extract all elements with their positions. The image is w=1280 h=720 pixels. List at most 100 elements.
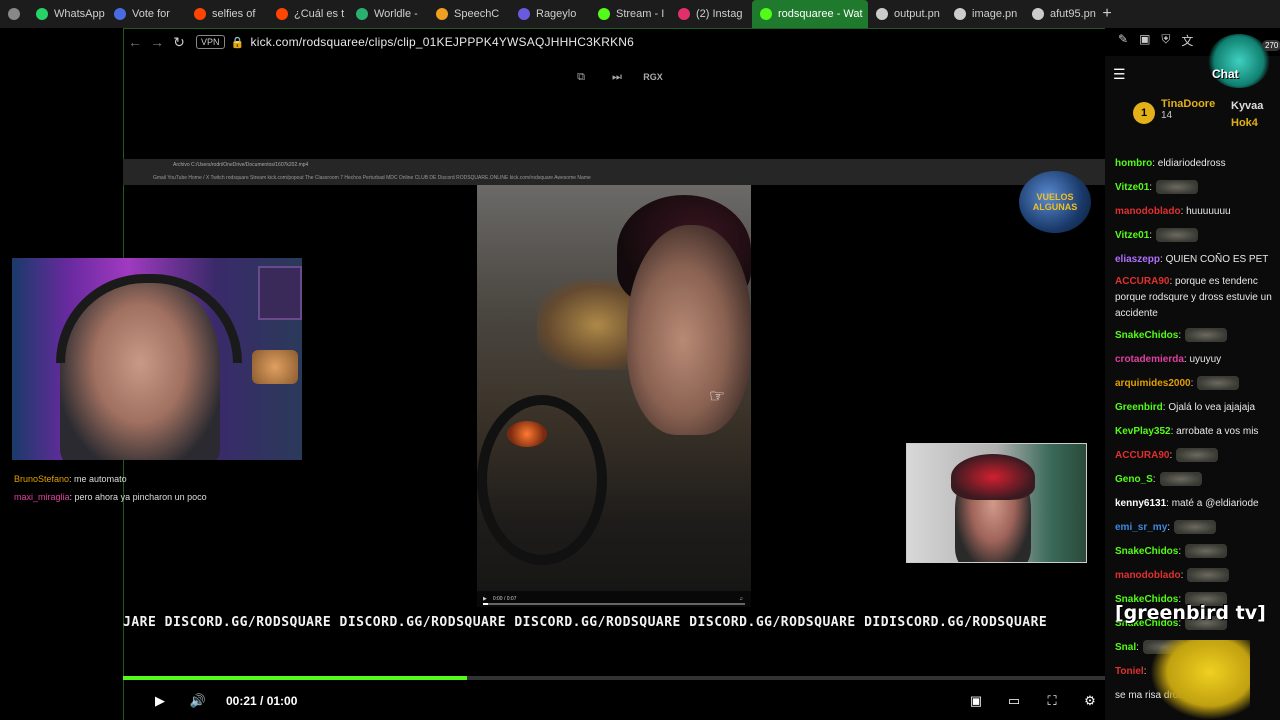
chat-message: SnakeChidos: bbox=[1115, 540, 1280, 564]
emote-icon bbox=[1185, 328, 1228, 343]
settings-icon[interactable]: ⚙ bbox=[1080, 691, 1100, 711]
tab-12[interactable]: image.pn bbox=[946, 0, 1024, 28]
chat-username[interactable]: Vitze01 bbox=[1115, 182, 1149, 193]
tab-7[interactable]: Rageylo bbox=[510, 0, 590, 28]
chat-text: : bbox=[1167, 522, 1171, 533]
rgx-button[interactable]: RGX bbox=[642, 67, 664, 87]
inner-browser-strip: Archivo C:/Users/rodri/OneDrive/Document… bbox=[123, 159, 1105, 185]
chat-username[interactable]: Greenbird bbox=[1115, 402, 1163, 413]
chat-username[interactable]: Snal bbox=[1115, 642, 1136, 653]
chat-message: eliaszepp: QUIEN COÑO ES PET bbox=[1115, 248, 1280, 272]
passenger-face bbox=[627, 225, 751, 435]
tab-6[interactable]: SpeechC bbox=[428, 0, 510, 28]
chat-message: hombro: eldiariodedross bbox=[1115, 152, 1280, 176]
kick-icon bbox=[760, 8, 772, 20]
chat-username[interactable]: SnakeChidos bbox=[1115, 330, 1178, 341]
whatsapp-icon bbox=[36, 8, 48, 20]
chat-username[interactable]: crotademierda bbox=[1115, 354, 1184, 365]
chat-username[interactable]: Vitze01 bbox=[1115, 230, 1149, 241]
popout-icon[interactable]: ⧉ bbox=[570, 67, 592, 87]
chat-text: : bbox=[1180, 570, 1184, 581]
side-gifter-1[interactable]: Kyvaa bbox=[1231, 98, 1263, 115]
top-gifter-count: 14 bbox=[1161, 110, 1173, 121]
chat-text: : bbox=[1136, 642, 1139, 653]
fullscreen-icon[interactable]: ⛶ bbox=[1042, 691, 1062, 711]
tab-label: afut95.pn bbox=[1050, 8, 1096, 20]
chat-username[interactable]: emi_sr_my bbox=[1115, 522, 1167, 533]
chat-username[interactable]: Toniel bbox=[1115, 666, 1144, 677]
pip-icon[interactable]: ▣ bbox=[966, 691, 986, 711]
chat-text: : huuuuuuu bbox=[1180, 206, 1231, 217]
globe-logo: VUELOS ALGUNAS bbox=[1019, 171, 1091, 233]
chat-message: manodoblado: bbox=[1115, 564, 1280, 588]
chat-username[interactable]: arquimides2000 bbox=[1115, 378, 1191, 389]
reload-icon[interactable]: ↻ bbox=[168, 34, 190, 51]
browser-tab-bar: WhatsApp Vote for selfies of ¿Cuál es t Worl… bbox=[0, 0, 1280, 28]
viewer-count: 270 bbox=[1262, 40, 1280, 51]
chat-username[interactable]: KevPlay352 bbox=[1115, 426, 1171, 437]
url-field[interactable]: kick.com/rodsquaree/clips/clip_01KEJPPPK… bbox=[251, 35, 635, 49]
tab-13[interactable]: afut95.pn bbox=[1024, 0, 1096, 28]
tab-11[interactable]: output.pn bbox=[868, 0, 946, 28]
back-icon[interactable]: ← bbox=[124, 34, 146, 50]
mascot-graphic bbox=[1150, 640, 1250, 720]
file-icon bbox=[954, 8, 966, 20]
tab-5[interactable]: Worldle - bbox=[348, 0, 428, 28]
file-icon bbox=[1032, 8, 1044, 20]
rageylo-icon bbox=[518, 8, 530, 20]
top-gifter-name[interactable]: TinaDoore bbox=[1161, 98, 1215, 110]
chat-message: manodoblado: huuuuuuu bbox=[1115, 200, 1280, 224]
tab-10[interactable]: rodsquaree - Wat bbox=[752, 0, 868, 28]
chat-username[interactable]: hombro bbox=[1115, 158, 1152, 169]
tab-label: output.pn bbox=[894, 8, 940, 20]
inner-volume-icon[interactable]: ♫ bbox=[739, 596, 743, 602]
video-progress-fill bbox=[123, 676, 467, 680]
chat-username[interactable]: ACCURA90 bbox=[1115, 450, 1169, 461]
emote-icon bbox=[1174, 520, 1217, 535]
translate-icon[interactable]: 文 bbox=[1181, 32, 1193, 49]
shield-icon[interactable]: ⛨ bbox=[1161, 32, 1170, 49]
pin-icon[interactable]: ✎ bbox=[1118, 32, 1128, 49]
new-tab-icon[interactable]: + bbox=[1096, 3, 1118, 25]
video-progress-bar[interactable] bbox=[123, 676, 1105, 680]
chat-username[interactable]: ACCURA90 bbox=[1115, 276, 1169, 287]
tab-8[interactable]: Stream - I bbox=[590, 0, 670, 28]
overlay-chat-line: maxi_miraglia: pero ahora ya pincharon u… bbox=[14, 488, 207, 506]
inner-play-icon[interactable]: ▶ bbox=[483, 596, 487, 602]
vpn-badge[interactable]: VPN bbox=[196, 35, 225, 49]
chat-username[interactable]: manodoblado bbox=[1115, 206, 1181, 217]
tab-9[interactable]: (2) Instag bbox=[670, 0, 752, 28]
lock-icon[interactable]: 🔒 bbox=[231, 36, 245, 49]
chat-text: : bbox=[1149, 230, 1153, 241]
side-gifter-2[interactable]: Hok4 bbox=[1231, 115, 1263, 132]
chat-username[interactable]: Geno_S bbox=[1115, 474, 1153, 485]
guest-hair bbox=[951, 454, 1035, 500]
chat-menu-icon[interactable]: ☰ bbox=[1113, 66, 1126, 83]
tab-label: SpeechC bbox=[454, 8, 500, 20]
chat-username[interactable]: SnakeChidos bbox=[1115, 546, 1178, 557]
overlay-chat-line: BrunoStefano: me automato bbox=[14, 470, 207, 488]
speech-icon bbox=[436, 8, 448, 20]
skip-icon[interactable]: ⏭ bbox=[606, 67, 628, 87]
tab-list-icon bbox=[8, 8, 20, 20]
inner-video-progress[interactable] bbox=[483, 603, 745, 605]
chat-text: : bbox=[1178, 330, 1182, 341]
play-icon[interactable]: ▶ bbox=[150, 691, 170, 711]
tab-4[interactable]: ¿Cuál es t bbox=[268, 0, 348, 28]
tab-3[interactable]: selfies of bbox=[186, 0, 268, 28]
volume-icon[interactable]: 🔊 bbox=[188, 691, 208, 711]
tab-1[interactable]: WhatsApp bbox=[28, 0, 106, 28]
theater-icon[interactable]: ▭ bbox=[1004, 691, 1024, 711]
chat-username[interactable]: eliaszepp bbox=[1115, 254, 1160, 265]
tab-0[interactable] bbox=[0, 0, 28, 28]
tab-2[interactable]: Vote for bbox=[106, 0, 186, 28]
chat-message: kenny6131: maté a @eldiariode bbox=[1115, 492, 1280, 516]
tab-label: Worldle - bbox=[374, 8, 418, 20]
chat-message: Geno_S: bbox=[1115, 468, 1280, 492]
forward-icon[interactable]: → bbox=[146, 34, 168, 50]
chat-username[interactable]: manodoblado bbox=[1115, 570, 1181, 581]
screenshot-icon[interactable]: ▣ bbox=[1139, 32, 1150, 49]
chat-username[interactable]: kenny6131 bbox=[1115, 498, 1166, 509]
mouse-cursor-icon: ☞ bbox=[709, 386, 726, 406]
chat-message: KevPlay352: arrobate a vos mis bbox=[1115, 420, 1280, 444]
